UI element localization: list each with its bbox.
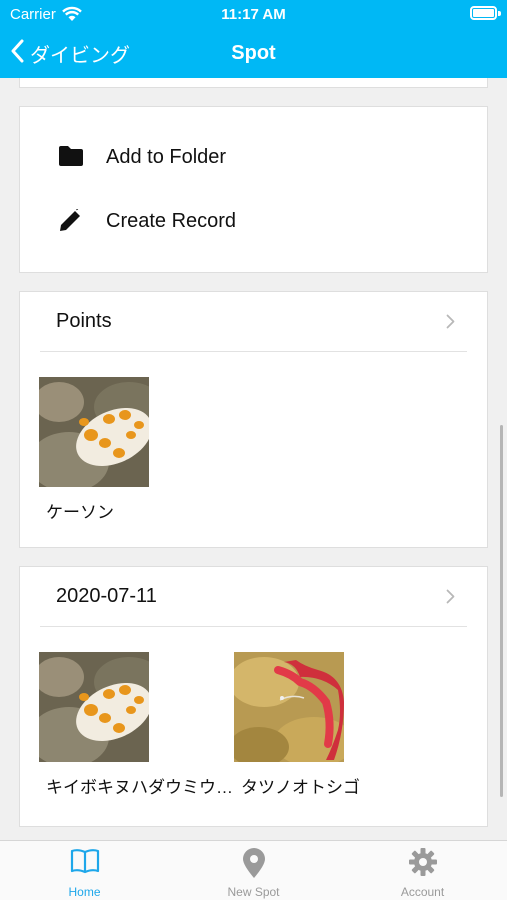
book-icon: [70, 847, 100, 880]
record-header[interactable]: 2020-07-11: [40, 567, 467, 627]
chevron-right-icon: [446, 314, 455, 334]
chevron-left-icon: [10, 39, 24, 68]
tab-home-label: Home: [68, 885, 101, 899]
battery-icon: [470, 6, 497, 20]
create-record-label: Create Record: [106, 209, 237, 232]
tab-new-spot[interactable]: New Spot: [169, 841, 338, 900]
point-thumbnail-nudibranch[interactable]: [39, 377, 149, 487]
point-label: ケーソン: [46, 503, 114, 522]
clock: 11:17 AM: [221, 6, 286, 23]
tab-account-label: Account: [400, 885, 445, 899]
scrollbar[interactable]: [500, 425, 503, 797]
status-bar: Carrier 11:17 AM: [0, 0, 507, 30]
location-pin-icon: [239, 847, 269, 884]
points-card: Points ケーソン: [19, 291, 488, 548]
record-label-seahorse: タツノオトシゴ: [241, 778, 360, 797]
tab-bar: Home New Spot Account: [0, 840, 507, 900]
folder-icon: [58, 145, 84, 172]
actions-card: Add to Folder Create Record: [19, 106, 488, 273]
gear-icon: [408, 847, 438, 882]
add-to-folder-button[interactable]: Add to Folder: [20, 135, 487, 179]
tab-account[interactable]: Account: [338, 841, 507, 900]
record-thumbnail-nudibranch[interactable]: [39, 652, 149, 762]
content-scroll[interactable]: Add to Folder Create Record Points ケーソン …: [0, 78, 507, 840]
back-button[interactable]: ダイビング: [10, 39, 130, 68]
back-label: ダイビング: [30, 44, 130, 67]
create-record-button[interactable]: Create Record: [20, 199, 487, 243]
points-header[interactable]: Points: [40, 292, 467, 352]
pencil-icon: [58, 207, 84, 238]
tab-home[interactable]: Home: [0, 841, 169, 900]
record-date-title: 2020-07-11: [56, 585, 157, 607]
record-card: 2020-07-11 キイボキヌハダウミウ… タツノオトシゴ: [19, 566, 488, 827]
add-to-folder-label: Add to Folder: [106, 145, 227, 168]
points-title: Points: [56, 310, 112, 332]
navigation-bar: ダイビング Spot: [0, 30, 507, 78]
tab-new-spot-label: New Spot: [227, 885, 280, 899]
chevron-right-icon: [446, 589, 455, 609]
record-thumbnail-seahorse[interactable]: [234, 652, 344, 762]
battery-tip: [498, 11, 501, 16]
record-label-nudibranch: キイボキヌハダウミウ…: [46, 778, 233, 797]
previous-card: [19, 78, 488, 88]
